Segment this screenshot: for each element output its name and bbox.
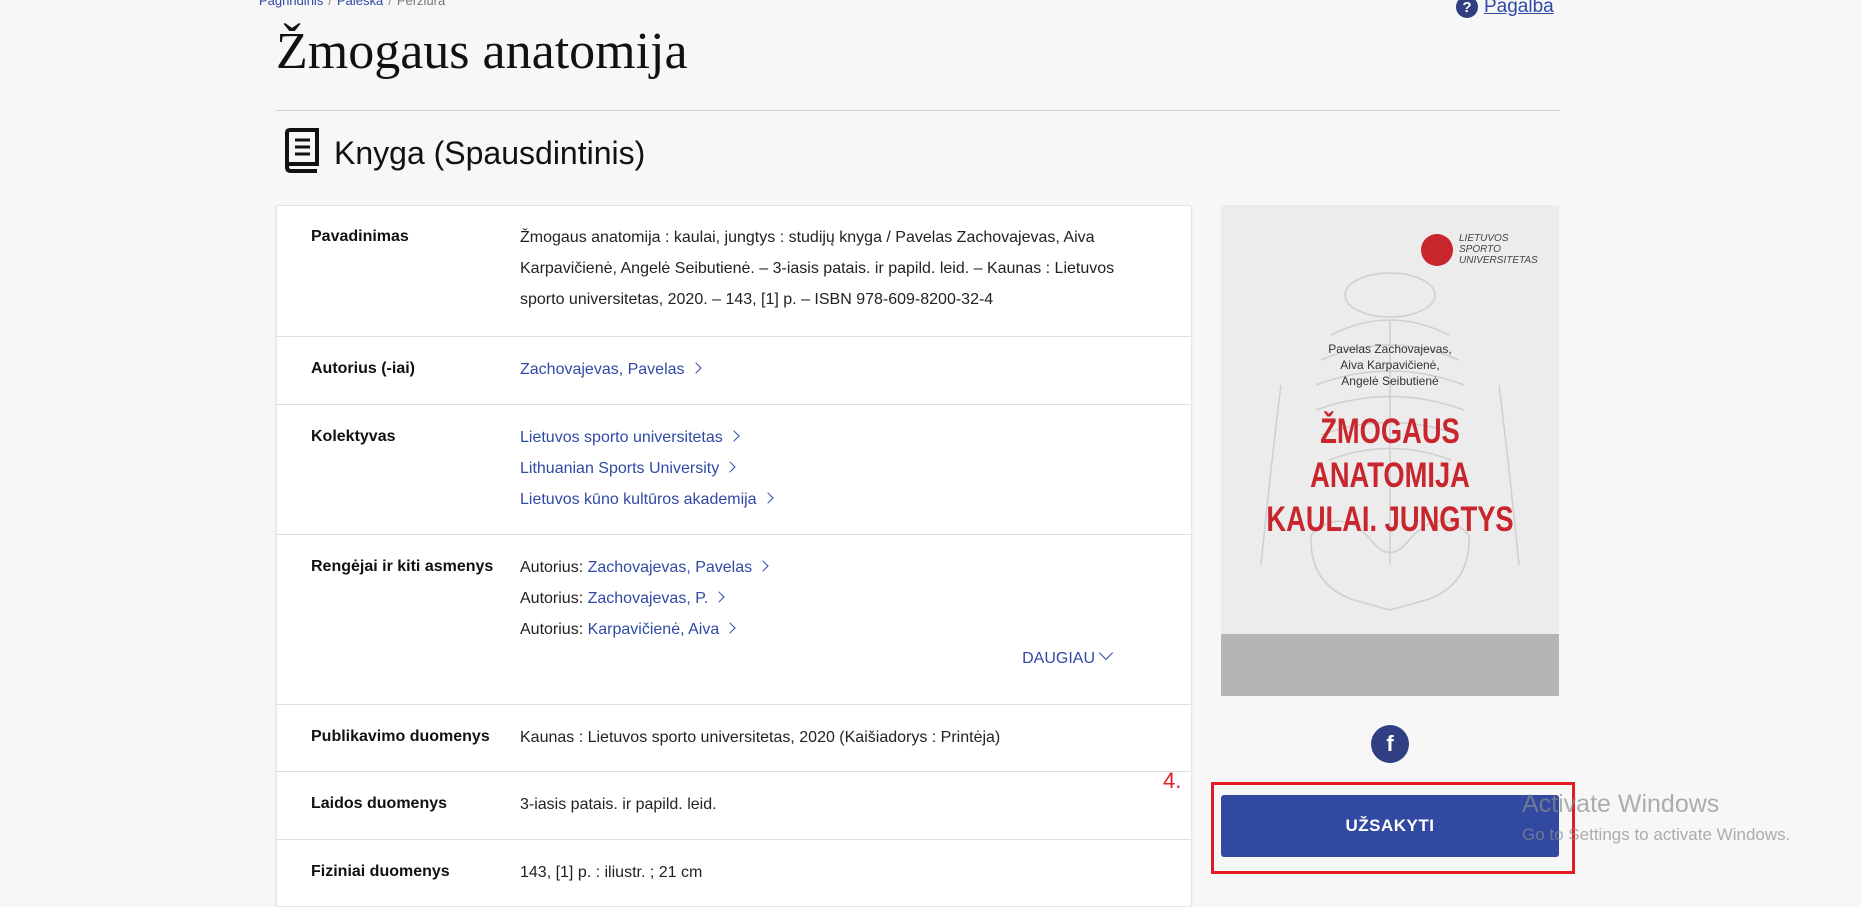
publisher-logo: LIETUVOS SPORTO UNIVERSITETAS bbox=[1421, 233, 1538, 266]
contributor-link[interactable]: Karpavičienė, Aiva bbox=[588, 621, 720, 638]
page-title: Žmogaus anatomija bbox=[276, 23, 688, 80]
detail-row-physical: Fiziniai duomenys 143, [1] p. : iliustr.… bbox=[277, 840, 1191, 906]
record-type-label: Knyga (Spausdintinis) bbox=[334, 135, 646, 171]
title-line: sporto universitetas, 2020. – 143, [1] p… bbox=[520, 291, 994, 308]
help[interactable]: ? Pagalba bbox=[1456, 0, 1554, 18]
detail-row-edition: Laidos duomenys 3-iasis patais. ir papil… bbox=[277, 772, 1191, 840]
book-icon bbox=[282, 128, 322, 179]
windows-activation-watermark: Activate Windows Go to Settings to activ… bbox=[1522, 790, 1790, 845]
record-details-card: Pavadinimas Žmogaus anatomija : kaulai, … bbox=[276, 205, 1192, 907]
author-link[interactable]: Zachovajevas, Pavelas bbox=[520, 361, 685, 378]
detail-label: Kolektyvas bbox=[311, 428, 396, 445]
detail-value-authors: Zachovajevas, Pavelas bbox=[520, 354, 1157, 385]
watermark-subtitle: Go to Settings to activate Windows. bbox=[1522, 825, 1791, 844]
detail-value-title: Žmogaus anatomija : kaulai, jungtys : st… bbox=[520, 222, 1157, 315]
role-label: Autorius: bbox=[520, 559, 584, 576]
title-line: Karpavičienė, Angelė Seibutienė. – 3-ias… bbox=[520, 260, 1115, 277]
collective-link[interactable]: Lietuvos kūno kultūros akademija bbox=[520, 491, 757, 508]
collective-link[interactable]: Lithuanian Sports University bbox=[520, 460, 719, 477]
cover-bottom-band bbox=[1221, 634, 1559, 696]
detail-row-contributors: Rengėjai ir kiti asmenys Autorius: Zacho… bbox=[277, 535, 1191, 705]
detail-value-physical: 143, [1] p. : iliustr. ; 21 cm bbox=[520, 864, 703, 881]
detail-label: Laidos duomenys bbox=[311, 795, 448, 812]
contributor-link[interactable]: Zachovajevas, P. bbox=[588, 590, 709, 607]
publisher-text: SPORTO bbox=[1459, 244, 1501, 255]
detail-row-publication: Publikavimo duomenys Kaunas : Lietuvos s… bbox=[277, 705, 1191, 772]
annotation-step-number: 4. bbox=[1163, 768, 1182, 793]
watermark-title: Activate Windows bbox=[1522, 790, 1720, 818]
question-circle-icon[interactable]: ? bbox=[1456, 0, 1478, 18]
order-button[interactable]: UŽSAKYTI bbox=[1221, 795, 1559, 857]
university-logo-icon bbox=[1421, 233, 1453, 266]
cover-title-line: ŽMOGAUS ANATOMIJA bbox=[1310, 412, 1470, 495]
chevron-right-icon bbox=[689, 362, 702, 374]
detail-value-publication: Kaunas : Lietuvos sporto universitetas, … bbox=[520, 729, 1001, 746]
breadcrumb-home-link[interactable]: Pagrindinis bbox=[259, 0, 323, 8]
detail-value-contributors: Autorius: Zachovajevas, Pavelas Autorius… bbox=[520, 552, 1157, 645]
cover-title-line: KAULAI. JUNGTYS bbox=[1266, 500, 1514, 539]
detail-value-collective: Lietuvos sporto universitetas Lithuanian… bbox=[520, 422, 1157, 515]
record-type: Knyga (Spausdintinis) bbox=[282, 128, 645, 179]
chevron-right-icon bbox=[728, 430, 740, 442]
show-more-label: DAUGIAU bbox=[1022, 650, 1095, 667]
facebook-icon[interactable]: f bbox=[1371, 725, 1409, 763]
cover-author: Angelė Seibutienė bbox=[1341, 374, 1439, 388]
chevron-right-icon bbox=[761, 492, 774, 504]
contributor-link[interactable]: Zachovajevas, Pavelas bbox=[588, 559, 753, 576]
collective-link[interactable]: Lietuvos sporto universitetas bbox=[520, 429, 723, 446]
cover-author: Aiva Karpavičienė, bbox=[1340, 358, 1440, 372]
chevron-right-icon bbox=[713, 591, 725, 603]
cover-title: ŽMOGAUS ANATOMIJA KAULAI. JUNGTYS bbox=[1258, 410, 1522, 542]
detail-row-collective: Kolektyvas Lietuvos sporto universitetas… bbox=[277, 405, 1191, 535]
breadcrumb-search-link[interactable]: Paieška bbox=[337, 0, 383, 8]
chevron-down-icon bbox=[1098, 645, 1114, 661]
title-line: Žmogaus anatomija : kaulai, jungtys : st… bbox=[520, 229, 1095, 246]
publisher-text: LIETUVOS bbox=[1459, 233, 1509, 244]
cover-authors: Pavelas Zachovajevas, Aiva Karpavičienė,… bbox=[1221, 341, 1559, 389]
book-cover-image[interactable]: LIETUVOS SPORTO UNIVERSITETAS Pavelas Za… bbox=[1221, 205, 1559, 696]
detail-row-authors: Autorius (-iai) Zachovajevas, Pavelas bbox=[277, 337, 1191, 405]
breadcrumb-current: Peržiūra bbox=[396, 0, 446, 8]
detail-value-edition: 3-iasis patais. ir papild. leid. bbox=[520, 796, 717, 813]
role-label: Autorius: bbox=[520, 590, 584, 607]
detail-label: Rengėjai ir kiti asmenys bbox=[311, 558, 494, 575]
chevron-right-icon bbox=[724, 461, 736, 473]
chevron-right-icon bbox=[757, 560, 769, 572]
role-label: Autorius: bbox=[520, 621, 584, 638]
cover-author: Pavelas Zachovajevas, bbox=[1328, 342, 1452, 356]
chevron-right-icon bbox=[724, 622, 736, 634]
detail-label: Pavadinimas bbox=[311, 228, 409, 245]
help-link[interactable]: Pagalba bbox=[1484, 0, 1554, 18]
title-divider bbox=[276, 110, 1560, 111]
detail-label: Fiziniai duomenys bbox=[311, 863, 450, 880]
detail-label: Autorius (-iai) bbox=[311, 360, 415, 377]
detail-row-title: Pavadinimas Žmogaus anatomija : kaulai, … bbox=[277, 206, 1191, 337]
detail-label: Publikavimo duomenys bbox=[311, 728, 490, 745]
breadcrumb: Pagrindinis / Paieška / Peržiūra bbox=[259, 0, 445, 8]
facebook-glyph: f bbox=[1386, 731, 1394, 756]
show-more-button[interactable]: DAUGIAU bbox=[1022, 645, 1114, 668]
publisher-text: UNIVERSITETAS bbox=[1459, 255, 1538, 266]
